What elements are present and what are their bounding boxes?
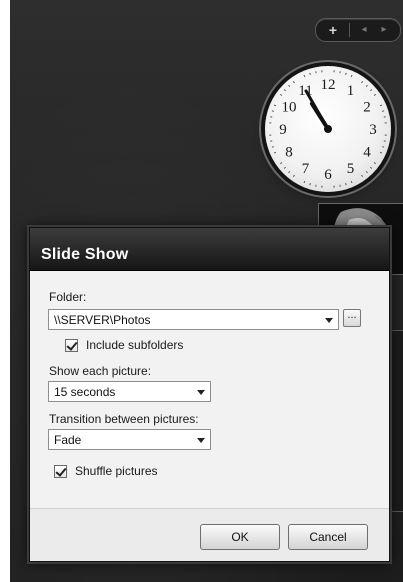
- clock-tick: [292, 174, 295, 177]
- dialog-title: Slide Show: [41, 246, 129, 263]
- chevron-down-icon: [197, 438, 205, 443]
- clock-tick: [361, 81, 364, 84]
- slide-show-settings-dialog: Slide Show Folder: \\SERVER\Photos ... I…: [29, 227, 390, 562]
- shuffle-pictures-label: Shuffle pictures: [75, 464, 158, 478]
- clock-center-pin: [324, 125, 332, 133]
- clock-numeral: 2: [363, 100, 371, 116]
- clock-face-icon: 12 12 3 45678 9 1011: [269, 70, 387, 188]
- clock-tick: [273, 151, 277, 154]
- clock-numeral: 7: [302, 161, 310, 177]
- ok-button[interactable]: OK: [200, 524, 280, 550]
- clock-tick: [292, 81, 295, 84]
- toolbar-divider: [349, 23, 350, 37]
- clock-tick: [283, 89, 286, 92]
- clock-tick: [271, 146, 274, 148]
- clock-numeral: 5: [347, 161, 355, 177]
- show-each-picture-label: Show each picture:: [49, 364, 152, 378]
- clock-tick: [370, 89, 373, 92]
- chevron-down-icon: [325, 318, 333, 323]
- dialog-header: Slide Show: [30, 228, 389, 271]
- clock-tick: [303, 74, 306, 78]
- transition-value: Fade: [54, 433, 82, 447]
- add-gadget-button[interactable]: +: [320, 19, 346, 41]
- clock-tick: [303, 180, 306, 184]
- clock-tick: [350, 74, 353, 78]
- clock-tick: [283, 166, 286, 169]
- chevron-down-icon: [197, 390, 205, 395]
- clock-tick: [345, 72, 347, 75]
- transition-label: Transition between pictures:: [49, 412, 199, 426]
- gadget-toolbar: + ◂ ▸: [315, 18, 401, 42]
- clock-tick: [271, 110, 274, 112]
- clock-tick: [350, 180, 353, 184]
- clock-numeral: 6: [324, 167, 332, 183]
- clock-tick: [273, 104, 277, 107]
- clock-tick: [361, 174, 364, 177]
- clock-numeral: 3: [369, 122, 377, 138]
- browse-folder-button[interactable]: ...: [343, 309, 361, 327]
- clock-tick: [365, 171, 368, 174]
- clock-numeral: 4: [363, 145, 371, 161]
- previous-page-button[interactable]: ◂: [354, 19, 374, 41]
- clock-tick: [288, 84, 291, 87]
- transition-select[interactable]: Fade: [48, 429, 211, 450]
- hour-hand: [309, 101, 330, 131]
- clock-numeral: 1: [347, 83, 355, 99]
- clock-tick: [382, 146, 385, 148]
- clock-numeral: 8: [285, 145, 293, 161]
- dialog-footer: OK Cancel: [30, 508, 389, 561]
- include-subfolders-checkbox[interactable]: [65, 339, 78, 352]
- clock-numeral: 12: [321, 77, 336, 93]
- folder-label: Folder:: [49, 290, 87, 304]
- next-page-button[interactable]: ▸: [374, 19, 394, 41]
- clock-tick: [309, 183, 311, 186]
- folder-select[interactable]: \\SERVER\Photos: [48, 309, 339, 330]
- clock-numeral: 9: [279, 122, 287, 138]
- clock-numeral: 11: [298, 83, 312, 99]
- clock-tick: [288, 171, 291, 174]
- show-each-picture-value: 15 seconds: [54, 385, 116, 399]
- clock-tick: [280, 93, 283, 96]
- clock-tick: [370, 166, 373, 169]
- clock-gadget[interactable]: 12 1 2 3 4 5 6 7 8 9 10 11: [265, 66, 391, 192]
- clock-tick: [379, 104, 383, 107]
- shuffle-pictures-checkbox[interactable]: [54, 465, 67, 478]
- clock-tick: [365, 84, 368, 87]
- clock-tick: [379, 151, 383, 154]
- folder-value: \\SERVER\Photos: [54, 313, 151, 327]
- clock-tick: [345, 183, 347, 186]
- include-subfolders-label: Include subfolders: [86, 338, 184, 352]
- clock-numeral: 10: [282, 100, 297, 116]
- clock-tick: [382, 110, 385, 112]
- clock-tick: [309, 72, 311, 75]
- clock-tick: [373, 162, 376, 165]
- minute-hand: [304, 89, 330, 131]
- clock-tick: [280, 162, 283, 165]
- cancel-button[interactable]: Cancel: [288, 524, 368, 550]
- show-each-picture-select[interactable]: 15 seconds: [48, 381, 211, 402]
- clock-tick: [373, 93, 376, 96]
